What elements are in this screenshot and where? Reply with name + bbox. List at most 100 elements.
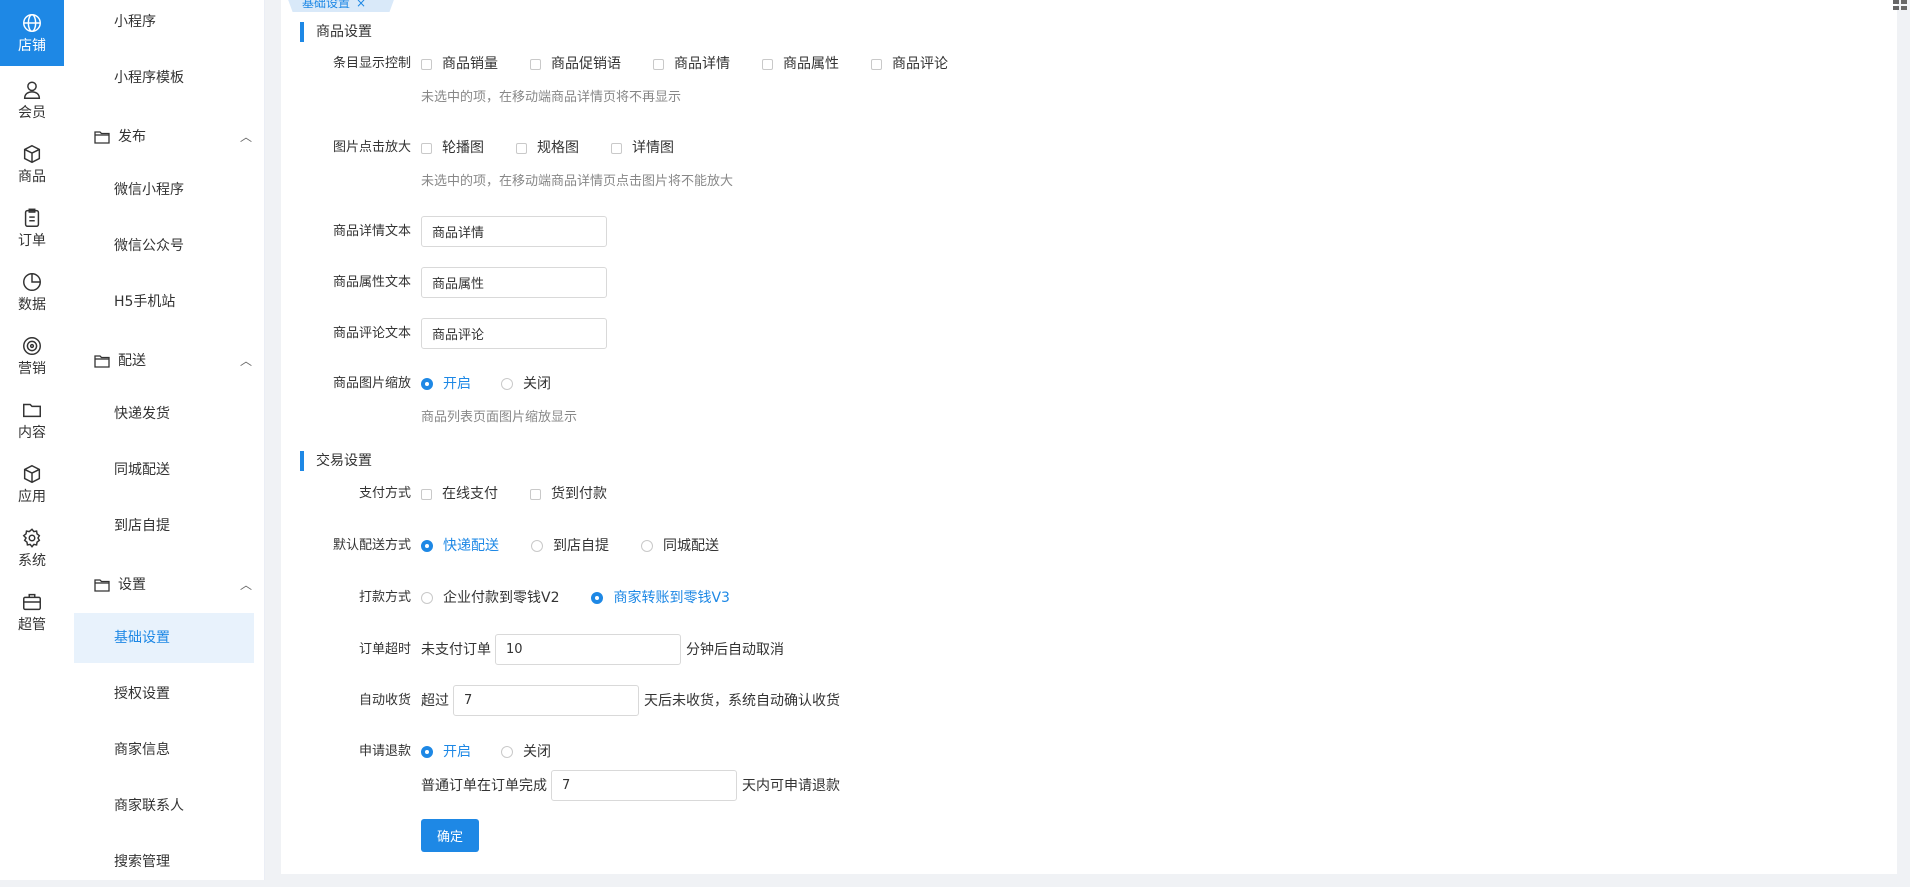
rail-label: 系统 [18,553,46,569]
rail-item-super-admin[interactable]: 超管 [0,584,64,640]
auto-receive-input[interactable] [453,685,639,716]
radio-dot[interactable] [421,378,433,390]
user-icon [23,81,41,99]
radio-same-city[interactable]: 同城配送 [641,536,719,556]
checkbox-box[interactable] [421,142,432,154]
radio-store-pickup[interactable]: 到店自提 [531,536,609,556]
menu-item-h5-site[interactable]: H5手机站 [74,277,254,327]
default-delivery-options: 快递配送 到店自提 同城配送 [421,536,751,556]
rail-item-orders[interactable]: 订单 [0,200,64,256]
radio-dot[interactable] [421,746,433,758]
refund-days-input[interactable] [551,770,737,801]
chevron-up-icon: ︿ [239,130,252,144]
menu-item-pickup[interactable]: 到店自提 [74,501,254,551]
menu-group-publish[interactable]: 发布 ︿ [94,122,264,152]
rail-label: 营销 [18,361,46,377]
radio-dot[interactable] [501,378,513,390]
image-zoom-hint: 未选中的项，在移动端商品详情页点击图片将不能放大 [421,174,734,189]
globe-icon [23,14,41,32]
radio-express-delivery[interactable]: 快递配送 [421,536,499,556]
radio-label: 企业付款到零钱V2 [443,590,560,606]
menu-item-miniprogram[interactable]: 小程序 [74,0,254,47]
detail-text-label: 商品详情文本 [332,224,411,239]
close-icon[interactable]: × [356,0,366,10]
rail-label: 内容 [18,425,46,441]
rail-item-data[interactable]: 数据 [0,264,64,320]
attr-text-input[interactable] [421,267,607,298]
refund-options: 开启 关闭 [421,742,583,762]
checkbox-carousel[interactable]: 轮播图 [421,138,484,158]
rail-item-apps[interactable]: 应用 [0,456,64,512]
order-timeout-suffix: 分钟后自动取消 [686,641,784,658]
checkbox-box[interactable] [653,58,664,70]
radio-refund-off[interactable]: 关闭 [501,742,551,762]
menu-item-wechat-miniprogram[interactable]: 微信小程序 [74,165,254,215]
checkbox-detail-image[interactable]: 详情图 [611,138,674,158]
checkbox-box[interactable] [530,488,541,500]
auto-receive-suffix: 天后未收货，系统自动确认收货 [644,692,840,709]
display-control-options: 商品销量 商品促销语 商品详情 商品属性 商品评论 [421,54,980,74]
radio-image-scale-off[interactable]: 关闭 [501,374,551,394]
menu-item-same-city[interactable]: 同城配送 [74,445,254,495]
checkbox-attributes[interactable]: 商品属性 [762,54,839,74]
menu-item-express[interactable]: 快递发货 [74,389,254,439]
checkbox-label: 商品属性 [783,56,839,72]
rail-item-marketing[interactable]: 营销 [0,328,64,384]
checkbox-online-pay[interactable]: 在线支付 [421,484,498,504]
checkbox-box[interactable] [421,488,432,500]
icon-rail: 店铺 会员 商品 订单 数据 营销 内容 应用 系统 超管 [0,0,65,880]
checkbox-cod[interactable]: 货到付款 [530,484,607,504]
tab-label: 基础设置 [302,0,351,10]
chevron-up-icon: ︿ [239,578,252,592]
radio-dot[interactable] [531,540,543,552]
checkbox-comments[interactable]: 商品评论 [871,54,948,74]
order-timeout-label: 订单超时 [358,642,411,657]
rail-label: 会员 [18,105,46,121]
radio-refund-on[interactable]: 开启 [421,742,471,762]
tab-basic-settings[interactable]: 基础设置 × [286,0,397,12]
radio-payout-v2[interactable]: 企业付款到零钱V2 [421,588,559,608]
checkbox-box[interactable] [530,58,541,70]
auto-receive-row: 超过 天后未收货，系统自动确认收货 [421,685,840,716]
grid-icon[interactable] [1893,0,1907,10]
cube-icon [23,464,41,484]
radio-dot[interactable] [641,540,653,552]
radio-dot[interactable] [591,592,604,604]
menu-item-miniprogram-template[interactable]: 小程序模板 [74,53,254,103]
checkbox-box[interactable] [421,58,432,70]
menu-item-auth-settings[interactable]: 授权设置 [74,669,254,719]
checkbox-detail[interactable]: 商品详情 [653,54,730,74]
checkbox-spec-image[interactable]: 规格图 [516,138,579,158]
checkbox-box[interactable] [762,58,773,70]
radio-dot[interactable] [501,746,513,758]
confirm-button[interactable]: 确定 [421,819,479,852]
menu-item-wechat-official[interactable]: 微信公众号 [74,221,254,271]
rail-item-goods[interactable]: 商品 [0,136,64,192]
rail-item-member[interactable]: 会员 [0,72,64,128]
menu-group-delivery[interactable]: 配送 ︿ [94,346,264,376]
rail-item-system[interactable]: 系统 [0,520,64,576]
menu-item-basic-settings[interactable]: 基础设置 [74,613,254,663]
menu-item-merchant-contact[interactable]: 商家联系人 [74,781,254,831]
radio-payout-v3[interactable]: 商家转账到零钱V3 [591,588,730,608]
menu-group-settings[interactable]: 设置 ︿ [94,570,264,600]
detail-text-input[interactable] [421,216,607,247]
menu-item-merchant-info[interactable]: 商家信息 [74,725,254,775]
rail-item-content[interactable]: 内容 [0,392,64,448]
radio-dot[interactable] [421,592,433,604]
order-timeout-input[interactable] [495,634,681,665]
radio-label: 关闭 [523,744,551,760]
checkbox-box[interactable] [516,142,527,154]
image-scale-options: 开启 关闭 [421,374,583,394]
checkbox-sales[interactable]: 商品销量 [421,54,498,74]
checkbox-label: 规格图 [537,140,579,156]
rail-item-store[interactable]: 店铺 [0,0,64,66]
radio-dot[interactable] [421,540,433,552]
checkbox-box[interactable] [611,142,622,154]
checkbox-box[interactable] [871,58,882,70]
menu-group-label: 设置 [118,577,146,593]
checkbox-promo[interactable]: 商品促销语 [530,54,621,74]
comment-text-input[interactable] [421,318,607,349]
checkbox-label: 商品促销语 [551,56,621,72]
radio-image-scale-on[interactable]: 开启 [421,374,471,394]
